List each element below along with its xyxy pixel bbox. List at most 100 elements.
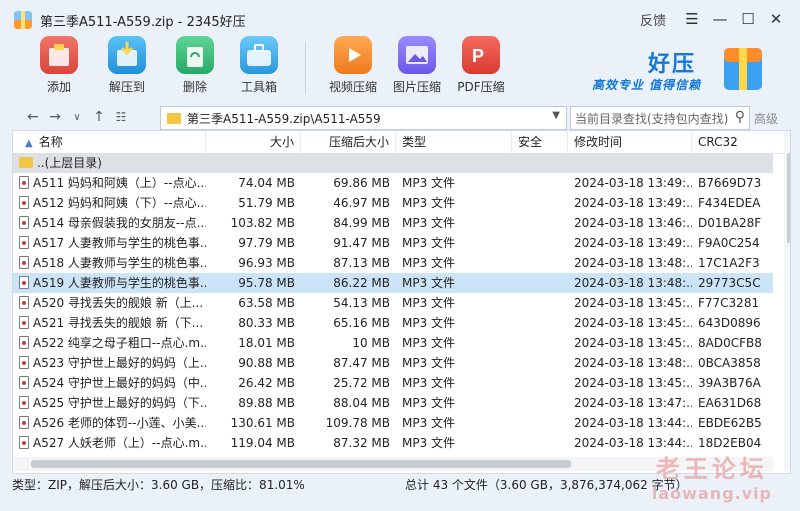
- toolbox-icon: [240, 36, 278, 74]
- mp3-file-icon: [19, 316, 29, 329]
- file-modified-text: 2024-03-18 13:44:...: [574, 416, 692, 430]
- table-row[interactable]: A517 人妻教师与学生的桃色事... 97.79 MB 91.47 MB MP3 文…: [13, 233, 773, 253]
- file-security: [512, 273, 568, 293]
- file-size-text: 89.88 MB: [238, 396, 295, 410]
- file-name-text: A523 守护世上最好的妈妈（上...: [33, 356, 206, 370]
- history-chevron-down-icon[interactable]: ∨: [66, 106, 88, 128]
- file-size: 89.88 MB: [206, 393, 301, 413]
- chevron-down-icon[interactable]: ▼: [552, 110, 560, 121]
- file-size-text: 63.58 MB: [238, 296, 295, 310]
- search-placeholder: 当前目录查找(支持包内查找): [575, 111, 729, 126]
- scroll-thumb[interactable]: [787, 153, 790, 243]
- file-size-text: 119.04 MB: [230, 436, 295, 450]
- back-arrow-icon[interactable]: ←: [22, 106, 44, 128]
- file-name: A514 母亲假装我的女朋友--点...: [13, 213, 206, 233]
- file-modified-text: 2024-03-18 13:47:...: [574, 396, 692, 410]
- delete-button[interactable]: 删除: [160, 36, 230, 95]
- column-header-crc32[interactable]: CRC32: [692, 131, 784, 153]
- extract-label: 解压到: [108, 80, 145, 94]
- file-size: 119.04 MB: [206, 433, 301, 453]
- table-row[interactable]: A520 寻找丢失的舰娘 新（上... 63.58 MB 54.13 MB MP3 文…: [13, 293, 773, 313]
- file-security: [512, 373, 568, 393]
- mp3-file-icon: [19, 236, 29, 249]
- mp3-file-icon: [19, 196, 29, 209]
- up-arrow-icon[interactable]: ↑: [88, 106, 110, 128]
- table-row[interactable]: A524 守护世上最好的妈妈（中... 26.42 MB 25.72 MB MP3 文…: [13, 373, 773, 393]
- file-size-text: 97.79 MB: [238, 236, 295, 250]
- window-title: 第三季A511-A559.zip - 2345好压: [40, 14, 246, 30]
- svg-text:P: P: [472, 46, 484, 66]
- file-type: MP3 文件: [396, 313, 512, 333]
- table-row[interactable]: A514 母亲假装我的女朋友--点... 103.82 MB 84.99 MB MP3…: [13, 213, 773, 233]
- table-row[interactable]: A511 妈妈和阿姨（上）--点心... 74.04 MB 69.86 MB MP3 …: [13, 173, 773, 193]
- close-icon[interactable]: ✕: [762, 6, 790, 32]
- file-crc32: F9A0C254: [692, 233, 784, 253]
- scroll-thumb-horizontal[interactable]: [31, 460, 571, 468]
- advanced-search-link[interactable]: 高级: [754, 110, 778, 127]
- app-logo-icon: [14, 11, 32, 29]
- mp3-file-icon: [19, 336, 29, 349]
- file-packed-size-text: 65.16 MB: [333, 316, 390, 330]
- file-modified: 2024-03-18 13:48:...: [568, 353, 692, 373]
- maximize-icon[interactable]: ☐: [734, 6, 762, 32]
- vertical-scrollbar[interactable]: [784, 131, 790, 471]
- file-name-text: A512 妈妈和阿姨（下）--点心...: [33, 196, 206, 210]
- column-header-packed-size[interactable]: 压缩后大小: [301, 131, 396, 153]
- column-header-size[interactable]: 大小: [206, 131, 301, 153]
- file-security: [512, 213, 568, 233]
- column-header-type[interactable]: 类型: [396, 131, 512, 153]
- table-row[interactable]: A519 人妻教师与学生的桃色事... 95.78 MB 86.22 MB MP3 文…: [13, 273, 773, 293]
- minimize-icon[interactable]: —: [706, 6, 734, 32]
- list-header: ▲ 名称 大小 压缩后大小 类型 安全 修改时间 CRC32: [13, 131, 790, 154]
- search-input[interactable]: 当前目录查找(支持包内查找) ⚲: [570, 106, 750, 130]
- file-security: [512, 293, 568, 313]
- address-bar[interactable]: 第三季A511-A559.zip\A511-A559 ▼: [160, 106, 567, 130]
- table-row[interactable]: A518 人妻教师与学生的桃色事... 96.93 MB 87.13 MB MP3 文…: [13, 253, 773, 273]
- table-row[interactable]: A523 守护世上最好的妈妈（上... 90.88 MB 87.47 MB MP3 文…: [13, 353, 773, 373]
- file-name: A526 老师的体罚--小莲、小美...: [13, 413, 206, 433]
- table-row[interactable]: A525 守护世上最好的妈妈（下... 89.88 MB 88.04 MB MP3 文…: [13, 393, 773, 413]
- menu-icon[interactable]: ☰: [678, 6, 706, 32]
- file-packed-size: 88.04 MB: [301, 393, 396, 413]
- file-name-text: A517 人妻教师与学生的桃色事...: [33, 236, 206, 250]
- forward-arrow-icon[interactable]: →: [44, 106, 66, 128]
- delete-label: 删除: [182, 80, 207, 94]
- column-header-security[interactable]: 安全: [512, 131, 568, 153]
- toolbox-button[interactable]: 工具箱: [224, 36, 294, 95]
- file-name: A522 纯享之母子粗口--点心.m...: [13, 333, 206, 353]
- mp3-file-icon: [19, 176, 29, 189]
- table-row[interactable]: A522 纯享之母子粗口--点心.m... 18.01 MB 10 MB MP3 文件…: [13, 333, 773, 353]
- file-size: 74.04 MB: [206, 173, 301, 193]
- table-row[interactable]: A521 寻找丢失的舰娘 新（下... 80.33 MB 65.16 MB MP3 文…: [13, 313, 773, 333]
- brand-name: 好压: [648, 52, 697, 77]
- file-packed-size-text: 84.99 MB: [333, 216, 390, 230]
- file-crc32-text: EBDE62B5: [698, 416, 762, 430]
- feedback-link[interactable]: 反馈: [640, 10, 666, 29]
- column-header-modified[interactable]: 修改时间: [568, 131, 692, 153]
- video-compress-button[interactable]: 视频压缩: [318, 36, 388, 95]
- file-crc32-text: D01BA28F: [698, 216, 762, 230]
- extract-button[interactable]: 解压到: [92, 36, 162, 95]
- table-row[interactable]: A526 老师的体罚--小莲、小美... 130.61 MB 109.78 MB MP…: [13, 413, 773, 433]
- pdf-compress-button[interactable]: P PDF压缩: [446, 36, 516, 95]
- file-crc32: 0BCA3858: [692, 353, 784, 373]
- mp3-file-icon: [19, 376, 29, 389]
- parent-directory-row[interactable]: ..(上层目录): [13, 153, 773, 173]
- column-header-name[interactable]: ▲ 名称: [13, 131, 206, 153]
- file-name-text: A526 老师的体罚--小莲、小美...: [33, 416, 206, 430]
- file-type-text: MP3 文件: [402, 276, 456, 290]
- file-packed-size: 109.78 MB: [301, 413, 396, 433]
- table-row[interactable]: A512 妈妈和阿姨（下）--点心... 51.79 MB 46.97 MB MP3 …: [13, 193, 773, 213]
- file-crc32: 17C1A2F3: [692, 253, 784, 273]
- file-crc32-text: 18D2EB04: [698, 436, 762, 450]
- image-compress-button[interactable]: 图片压缩: [382, 36, 452, 95]
- view-mode-icon[interactable]: ☷: [110, 106, 132, 128]
- mp3-file-icon: [19, 296, 29, 309]
- file-size-text: 26.42 MB: [238, 376, 295, 390]
- search-icon[interactable]: ⚲: [735, 109, 745, 125]
- file-security: [512, 353, 568, 373]
- add-button[interactable]: 添加: [24, 36, 94, 95]
- file-crc32: EA631D68: [692, 393, 784, 413]
- file-packed-size: 87.32 MB: [301, 433, 396, 453]
- file-type-text: MP3 文件: [402, 416, 456, 430]
